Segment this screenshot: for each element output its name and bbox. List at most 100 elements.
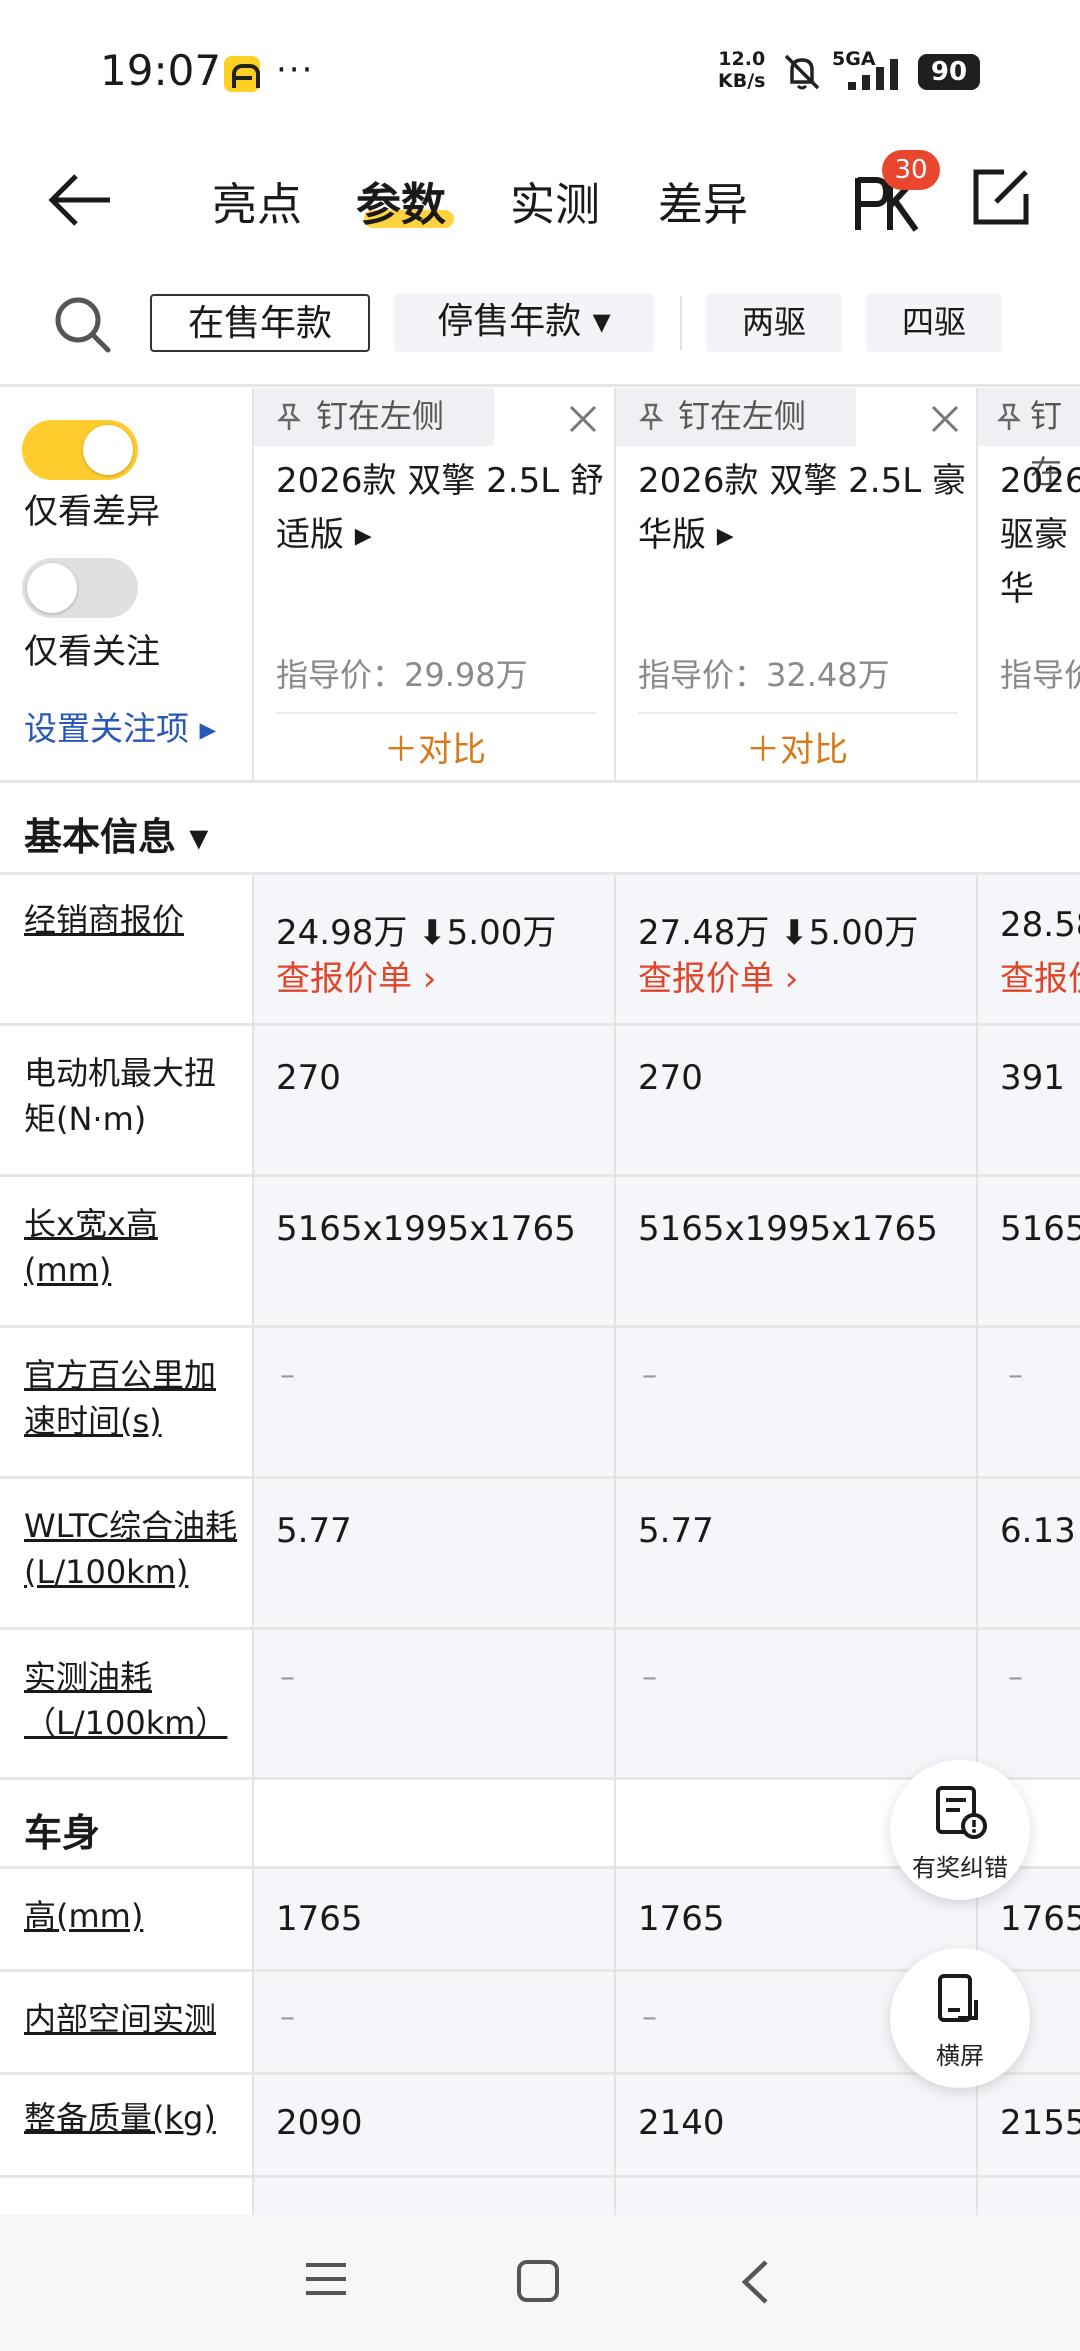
param-value: 5165x (1000, 1209, 1080, 1249)
param-value: 1765 (1000, 1899, 1080, 1939)
status-time: 19:07 (100, 46, 222, 95)
param-value: 270 (276, 1058, 341, 1098)
param-value: – (642, 2000, 657, 2035)
tab-params[interactable]: 参数 (356, 168, 446, 233)
table-row: 长x宽x高(mm) 5165x1995x1765 5165x1995x1765 … (0, 1177, 1080, 1325)
more-notifications-icon: ··· (276, 50, 315, 90)
pin-left-button[interactable]: 钉在左侧 (254, 388, 494, 446)
stopped-sale-filter[interactable]: 停售年款 ▾ (394, 294, 654, 352)
param-value: 27.48万 ⬇5.00万 (638, 913, 919, 953)
car-model-name[interactable]: 2026款 双擎 2.5L 豪华版 ▸ (638, 454, 968, 562)
car-card: 钉在左侧 2026款 双擎 2.5L 舒适版 ▸ 指导价：29.98万 ＋对比 (254, 388, 616, 782)
set-follow-link[interactable]: 设置关注项 ▸ (24, 702, 216, 750)
param-value: – (280, 1358, 295, 1393)
car-card: 钉在左侧 2026款 双擎 2.5L 豪华版 ▸ 指导价：32.48万 ＋对比 (616, 388, 978, 782)
column-divider (614, 875, 616, 2215)
network-speed-unit: KB/s (718, 70, 766, 92)
app-notification-icon (224, 56, 260, 92)
param-name[interactable]: 实测油耗（L/100km） (24, 1654, 244, 1746)
section-body: 车身 (24, 1811, 101, 1855)
only-diff-label: 仅看差异 (24, 492, 160, 532)
param-name[interactable]: 长x宽x高(mm) (24, 1201, 244, 1293)
param-name[interactable]: WLTC综合油耗(L/100km) (24, 1503, 244, 1595)
filter-divider (680, 296, 682, 350)
car-model-name[interactable]: 2026款 双擎 2.5L 舒适版 ▸ (276, 454, 606, 562)
four-wheel-drive-filter[interactable]: 四驱 (866, 294, 1002, 352)
pin-label: 钉在左侧 (678, 397, 807, 435)
param-value: 2155 (1000, 2103, 1080, 2143)
back-arrow-icon[interactable] (46, 170, 116, 230)
two-wheel-drive-filter[interactable]: 两驱 (706, 294, 842, 352)
table-row: WLTC综合油耗(L/100km) 5.77 5.77 6.13 (0, 1479, 1080, 1627)
add-compare-button[interactable]: ＋对比 (616, 722, 978, 771)
param-name[interactable]: 内部空间实测 (24, 1996, 244, 2042)
price-list-link[interactable]: 查报价单 › (276, 951, 436, 1000)
guide-price: 指导价 (1000, 656, 1080, 694)
pin-left-button[interactable]: 钉在左侧 (616, 388, 856, 446)
back-icon[interactable] (740, 2259, 770, 2305)
param-value: – (1008, 1660, 1023, 1695)
divider (276, 712, 596, 714)
section-basic-info[interactable]: 基本信息 ▾ (24, 806, 208, 861)
signal-icon (848, 59, 898, 90)
network-speed-value: 12.0 (718, 48, 766, 70)
filter-bar: 在售年款 停售年款 ▾ 两驱 四驱 (0, 282, 1080, 362)
network-speed: 12.0 KB/s (718, 48, 765, 92)
landscape-button[interactable]: 横屏 (890, 1948, 1030, 2088)
report-error-label: 有奖纠错 (912, 1854, 1008, 1882)
param-value: 28.58 (1000, 905, 1080, 945)
param-name[interactable]: 整备质量(kg) (24, 2095, 244, 2141)
menu-icon[interactable] (304, 2259, 348, 2299)
param-name[interactable]: 经销商报价 (24, 897, 244, 943)
table-row: 实测油耗（L/100km） – – – (0, 1630, 1080, 1778)
search-icon[interactable] (50, 292, 114, 356)
param-value: 5165x1995x1765 (638, 1209, 938, 1249)
param-value: – (642, 1660, 657, 1695)
param-value: 5.77 (276, 1511, 352, 1551)
price-list-link[interactable]: 查报价单 › (638, 951, 798, 1000)
only-diff-toggle[interactable] (22, 420, 138, 480)
param-value: 1765 (276, 1899, 363, 1939)
report-error-button[interactable]: 有奖纠错 (890, 1760, 1030, 1900)
pin-label: 钉在左侧 (316, 397, 445, 435)
add-compare-button[interactable]: ＋对比 (254, 722, 616, 771)
table-row: 整备质量(kg) 2090 2140 2155 (0, 2075, 1080, 2175)
divider (0, 780, 1080, 783)
column-divider (252, 875, 254, 2215)
pin-icon (638, 403, 664, 430)
param-name[interactable]: 高(mm) (24, 1893, 244, 1939)
param-name: 电动机最大扭矩(N·m) (24, 1054, 217, 1138)
guide-price: 指导价：29.98万 (276, 656, 528, 694)
home-icon[interactable] (516, 2259, 560, 2303)
tab-highlights[interactable]: 亮点 (212, 168, 302, 233)
pin-left-button[interactable]: 钉在 (978, 388, 1080, 491)
param-value: 270 (638, 1058, 703, 1098)
param-value: – (280, 2000, 295, 2035)
param-value: – (1008, 1358, 1023, 1393)
tab-measured[interactable]: 实测 (510, 168, 600, 233)
edit-icon[interactable] (970, 166, 1032, 228)
mute-icon (784, 54, 820, 90)
pin-icon (276, 403, 302, 430)
guide-price: 指导价：32.48万 (638, 656, 890, 694)
close-icon[interactable] (930, 404, 960, 434)
landscape-label: 横屏 (936, 2042, 984, 2070)
rotate-screen-icon (938, 1974, 978, 2022)
pk-count-badge: 30 (882, 150, 940, 190)
param-value: 2090 (276, 2103, 363, 2143)
only-follow-toggle[interactable] (22, 558, 138, 618)
close-icon[interactable] (568, 404, 598, 434)
price-list-link[interactable]: 查报价 (1000, 951, 1080, 1000)
system-nav-bar (0, 2215, 1080, 2351)
car-model-name[interactable]: 2026 驱豪华 (1000, 454, 1080, 616)
divider (0, 384, 1080, 387)
param-name[interactable]: 官方百公里加速时间(s) (24, 1352, 244, 1444)
battery-icon: 90 (918, 54, 980, 90)
on-sale-filter[interactable]: 在售年款 (150, 294, 370, 352)
tab-difference[interactable]: 差异 (658, 168, 748, 233)
param-value: – (280, 1660, 295, 1695)
table-row (0, 2178, 1080, 2218)
car-card: 钉在 2026 驱豪华 指导价 (978, 388, 1080, 782)
param-value: – (642, 1358, 657, 1393)
nav-header: 亮点 参数 实测 差异 30 (0, 150, 1080, 260)
